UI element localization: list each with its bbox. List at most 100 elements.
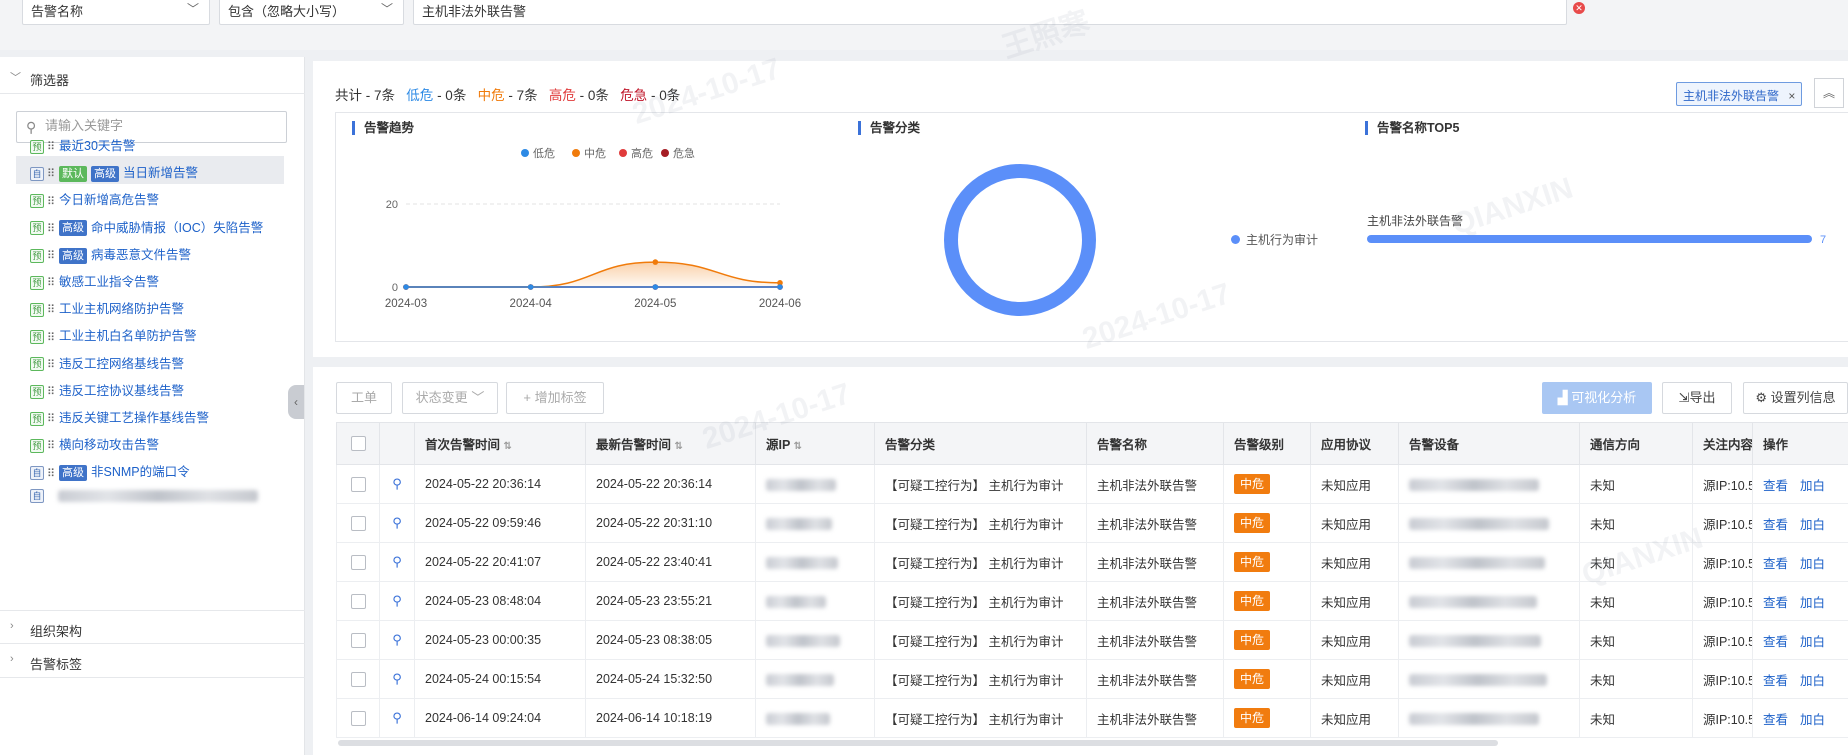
org-section-header[interactable]: › 组织架构 [0, 610, 305, 644]
filter-item[interactable]: 预 ⠿ 敏感工业指令告警 [16, 265, 284, 293]
row-checkbox[interactable] [350, 671, 366, 687]
search-icon[interactable]: ⚲ [392, 515, 402, 530]
row-checkbox[interactable] [350, 710, 366, 726]
view-link[interactable]: 查看 [1763, 713, 1788, 727]
filter-item[interactable]: 预 ⠿ 违反关键工艺操作基线告警 [16, 401, 284, 429]
search-icon[interactable]: ⚲ [392, 593, 402, 608]
table-row[interactable]: ⚲ 2024-05-22 09:59:46 2024-05-22 20:31:10 【… [336, 503, 1848, 543]
row-checkbox[interactable] [350, 515, 366, 531]
whitelist-link[interactable]: 加白 [1800, 674, 1825, 688]
view-link[interactable]: 查看 [1763, 674, 1788, 688]
filter-item[interactable]: 预 ⠿ 违反工控协议基线告警 [16, 374, 284, 402]
drag-handle-icon[interactable]: ⠿ [47, 331, 55, 344]
tags-section-header[interactable]: › 告警标签 [0, 644, 305, 678]
filter-item[interactable]: 预 ⠿ 工业主机白名单防护告警 [16, 319, 284, 347]
add-tag-button[interactable]: + 增加标签 [506, 382, 604, 414]
collapse-up-button[interactable]: ︽ [1814, 78, 1844, 108]
search-icon[interactable]: ⚲ [392, 476, 402, 491]
filter-item[interactable]: 预 ⠿ 最近30天告警 [16, 129, 284, 157]
drag-handle-icon[interactable]: ⠿ [47, 358, 55, 371]
filters-section-header[interactable]: ﹀ 筛选器 [0, 60, 305, 94]
filter-value-input[interactable]: 主机非法外联告警 [413, 0, 1567, 25]
operator-select[interactable]: 包含（忽略大小写） ﹀ [219, 0, 404, 25]
whitelist-link[interactable]: 加白 [1800, 557, 1825, 571]
whitelist-link[interactable]: 加白 [1800, 479, 1825, 493]
select-all-cell [336, 422, 380, 465]
drag-handle-icon[interactable]: ⠿ [47, 467, 55, 480]
view-link[interactable]: 查看 [1763, 635, 1788, 649]
drag-handle-icon[interactable]: ⠿ [47, 303, 55, 316]
sidebar-collapse-handle[interactable]: ‹ [288, 385, 304, 419]
clear-filter-icon[interactable]: ✕ [1573, 2, 1585, 14]
filter-item[interactable]: 自 ⠿ 默认 高级 当日新增告警 [16, 156, 284, 185]
workorder-button[interactable]: 工单 [336, 382, 392, 414]
column-settings-button[interactable]: ⚙ 设置列信息 [1743, 382, 1848, 414]
drag-handle-icon[interactable]: ⠿ [47, 439, 55, 452]
drag-handle-icon[interactable]: ⠿ [47, 249, 55, 262]
drag-handle-icon[interactable]: ⠿ [47, 167, 55, 180]
org-section-title: 组织架构 [30, 624, 83, 639]
focus-cell: 源IP:10.5 [1692, 464, 1753, 504]
field-select[interactable]: 告警名称 ﹀ [22, 0, 210, 25]
filter-item[interactable]: 预 ⠿ 工业主机网络防护告警 [16, 292, 284, 320]
source-ip-cell [755, 542, 875, 582]
view-link[interactable]: 查看 [1763, 518, 1788, 532]
filter-item[interactable]: 自 [16, 483, 284, 511]
header-source-ip[interactable]: 源IP ⇅ [755, 422, 875, 465]
row-detail-cell: ⚲ [379, 464, 415, 504]
filter-item[interactable]: 预 ⠿ 高级 病毒恶意文件告警 [16, 238, 284, 266]
status-change-button[interactable]: 状态变更 ﹀ [402, 382, 498, 414]
view-link[interactable]: 查看 [1763, 596, 1788, 610]
actions-cell: 查看 加白 [1752, 581, 1848, 621]
table-row[interactable]: ⚲ 2024-05-22 20:36:14 2024-05-22 20:36:14 【… [336, 464, 1848, 504]
data-point [777, 284, 783, 290]
drag-handle-icon[interactable]: ⠿ [47, 276, 55, 289]
drag-handle-icon[interactable]: ⠿ [47, 412, 55, 425]
whitelist-link[interactable]: 加白 [1800, 596, 1825, 610]
x-tick-label: 2024-06 [759, 298, 801, 310]
pie-slice[interactable] [944, 164, 1096, 316]
whitelist-link[interactable]: 加白 [1800, 713, 1825, 727]
view-link[interactable]: 查看 [1763, 557, 1788, 571]
visual-analysis-button[interactable]: ▟ 可视化分析 [1542, 382, 1652, 414]
table-row[interactable]: ⚲ 2024-05-23 00:00:35 2024-05-23 08:38:05 【… [336, 620, 1848, 660]
active-filter-chip[interactable]: 主机非法外联告警 × [1676, 82, 1803, 106]
table-row[interactable]: ⚲ 2024-06-14 09:24:04 2024-06-14 10:18:19 【… [336, 698, 1848, 738]
filter-item-label: 今日新增高危告警 [59, 193, 160, 208]
filter-item[interactable]: 自 ⠿ 高级 非SNMP的端口令 [16, 455, 284, 483]
horizontal-scrollbar[interactable] [338, 740, 1498, 746]
drag-handle-icon[interactable]: ⠿ [47, 385, 55, 398]
drag-handle-icon[interactable]: ⠿ [47, 195, 55, 208]
whitelist-link[interactable]: 加白 [1800, 518, 1825, 532]
search-icon[interactable]: ⚲ [392, 632, 402, 647]
source-ip-cell [755, 620, 875, 660]
header-first-time[interactable]: 首次告警时间 ⇅ [414, 422, 586, 465]
drag-handle-icon[interactable]: ⠿ [47, 140, 55, 153]
whitelist-link[interactable]: 加白 [1800, 635, 1825, 649]
filter-item[interactable]: 预 ⠿ 横向移动攻击告警 [16, 428, 284, 456]
export-button[interactable]: ⇲导出 [1662, 382, 1732, 414]
filter-item[interactable]: 预 ⠿ 今日新增高危告警 [16, 183, 284, 211]
row-checkbox[interactable] [350, 554, 366, 570]
search-icon[interactable]: ⚲ [392, 671, 402, 686]
filter-type-badge: 预 [30, 221, 44, 236]
row-checkbox[interactable] [350, 593, 366, 609]
search-icon[interactable]: ⚲ [392, 710, 402, 725]
table-row[interactable]: ⚲ 2024-05-22 20:41:07 2024-05-22 23:40:41 【… [336, 542, 1848, 582]
table-row[interactable]: ⚲ 2024-05-24 00:15:54 2024-05-24 15:32:50 【… [336, 659, 1848, 699]
row-checkbox[interactable] [350, 632, 366, 648]
filter-item[interactable]: 预 ⠿ 高级 命中威胁情报（IOC）失陷告警 [16, 211, 284, 239]
filter-type-badge: 预 [30, 194, 44, 209]
drag-handle-icon[interactable]: ⠿ [47, 222, 55, 235]
table-row[interactable]: ⚲ 2024-05-23 08:48:04 2024-05-23 23:55:21 【… [336, 581, 1848, 621]
low-label: 低危 [406, 88, 434, 103]
bar[interactable] [1367, 235, 1812, 243]
row-checkbox[interactable] [350, 476, 366, 492]
filter-item[interactable]: 预 ⠿ 违反工控网络基线告警 [16, 347, 284, 375]
header-last-time[interactable]: 最新告警时间 ⇅ [585, 422, 756, 465]
close-icon[interactable]: × [1788, 89, 1795, 103]
row-detail-cell: ⚲ [379, 542, 415, 582]
search-icon[interactable]: ⚲ [392, 554, 402, 569]
view-link[interactable]: 查看 [1763, 479, 1788, 493]
select-all-checkbox[interactable] [350, 436, 366, 452]
